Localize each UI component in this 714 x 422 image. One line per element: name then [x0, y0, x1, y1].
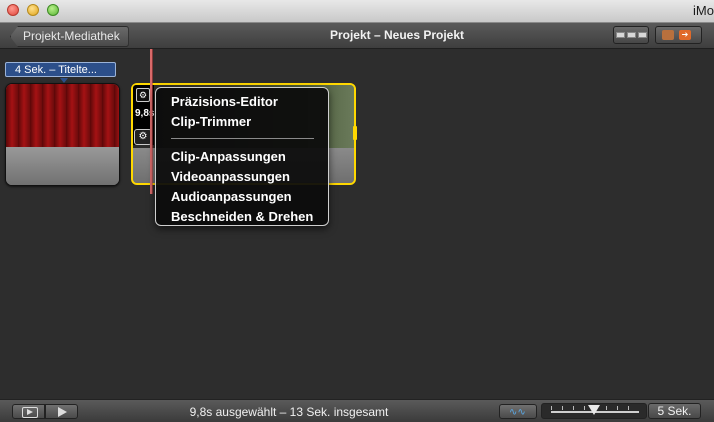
project-timeline: 4 Sek. – Titelte... ⚙ 9,8s ⚙ Präzisions-… — [0, 49, 714, 399]
playhead-shadow — [152, 49, 153, 194]
thumbnail-view-button[interactable] — [613, 26, 649, 44]
app-title: iMo — [693, 3, 714, 18]
zoom-level-label[interactable]: 5 Sek. — [648, 403, 701, 419]
window-titlebar: iMo — [0, 0, 714, 23]
audio-waveform-button[interactable]: ∿∿ — [499, 404, 537, 419]
clip-audio-strip — [6, 147, 119, 185]
menu-item-audio-adjustments[interactable]: Audioanpassungen — [156, 187, 328, 207]
clip-thumbnail — [6, 84, 119, 147]
zoom-slider-thumb[interactable] — [588, 405, 600, 415]
project-bottom-bar: 9,8s ausgewählt – 13 Sek. insgesamt ∿∿ 5… — [0, 399, 714, 422]
thumbnail-icon — [637, 32, 647, 38]
thumbnail-icon — [626, 32, 636, 38]
minimize-window-button[interactable] — [27, 4, 39, 16]
menu-item-clip-trimmer[interactable]: Clip-Trimmer — [156, 112, 328, 132]
zoom-window-button[interactable] — [47, 4, 59, 16]
menu-separator — [171, 138, 314, 139]
project-toolbar: Projekt-Mediathek Projekt – Neues Projek… — [0, 23, 714, 60]
video-clip-curtain[interactable] — [5, 83, 120, 186]
menu-item-video-adjustments[interactable]: Videoanpassungen — [156, 167, 328, 187]
title-clip-tag[interactable]: 4 Sek. – Titelte... — [5, 62, 116, 77]
waveform-icon: ∿∿ — [509, 407, 526, 418]
menu-item-clip-adjustments[interactable]: Clip-Anpassungen — [156, 147, 328, 167]
transition-icon[interactable]: ⚙ — [136, 88, 150, 102]
close-window-button[interactable] — [7, 4, 19, 16]
menu-item-precision-editor[interactable]: Präzisions-Editor — [156, 92, 328, 112]
clip-context-menu: Präzisions-Editor Clip-Trimmer Clip-Anpa… — [155, 87, 329, 226]
project-theme-button[interactable]: ➔ — [655, 26, 702, 44]
comment-marker-icon — [662, 30, 674, 40]
chapter-marker-icon: ➔ — [679, 30, 691, 40]
selection-status: 9,8s ausgewählt – 13 Sek. insgesamt — [189, 405, 389, 419]
project-library-back-button[interactable]: Projekt-Mediathek — [10, 26, 129, 47]
trim-handle[interactable] — [353, 126, 357, 140]
menu-item-crop-rotate[interactable]: Beschneiden & Drehen — [156, 207, 328, 227]
thumbnail-icon — [615, 32, 625, 38]
